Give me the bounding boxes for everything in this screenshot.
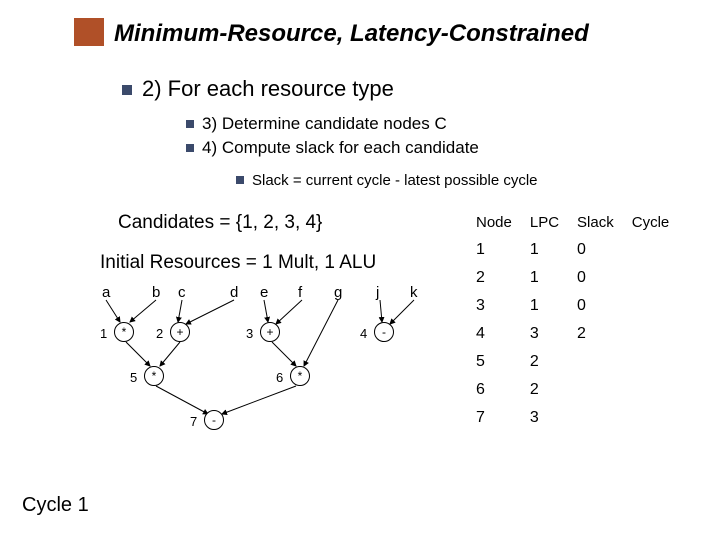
bullet1-text: 2) For each resource type xyxy=(142,76,394,101)
slide-title: Minimum-Resource, Latency-Constrained xyxy=(114,20,589,48)
th-slack: Slack xyxy=(571,210,624,235)
table-row: 310 xyxy=(470,293,679,319)
table-row: 110 xyxy=(470,237,679,263)
table-row: 210 xyxy=(470,265,679,291)
node-idx-5: 5 xyxy=(130,370,137,385)
table-row: 62 xyxy=(470,377,679,403)
bullet3-text: Slack = current cycle - latest possible … xyxy=(252,172,538,189)
node-idx-4: 4 xyxy=(360,326,367,341)
graph-label-a: a xyxy=(102,284,110,301)
graph-label-g: g xyxy=(334,284,342,301)
table-row: 432 xyxy=(470,321,679,347)
node-6: * xyxy=(290,366,310,386)
bullet2b-text: 4) Compute slack for each candidate xyxy=(202,138,479,157)
graph-label-k: k xyxy=(410,284,418,301)
node-idx-1: 1 xyxy=(100,326,107,341)
node-7: - xyxy=(204,410,224,430)
bullet-icon xyxy=(186,120,194,128)
node-4: - xyxy=(374,322,394,342)
node-1: * xyxy=(114,322,134,342)
slack-table: Node LPC Slack Cycle 110 210 310 432 52 … xyxy=(468,208,681,433)
bullet-level3: Slack = current cycle - latest possible … xyxy=(236,172,538,189)
bullet-icon xyxy=(186,144,194,152)
node-idx-2: 2 xyxy=(156,326,163,341)
node-5: * xyxy=(144,366,164,386)
bullet-level1: 2) For each resource type xyxy=(122,76,394,102)
node-idx-6: 6 xyxy=(276,370,283,385)
th-cycle: Cycle xyxy=(626,210,680,235)
graph-label-f: f xyxy=(298,284,302,301)
dfg-graph: a b c d e f g j k 1 * 2 + 3 + 4 - 5 * 6 … xyxy=(90,284,440,484)
graph-label-j: j xyxy=(376,284,379,301)
table-row: 52 xyxy=(470,349,679,375)
cycle-label: Cycle 1 xyxy=(22,494,89,517)
graph-label-c: c xyxy=(178,284,186,301)
th-lpc: LPC xyxy=(524,210,569,235)
th-node: Node xyxy=(470,210,522,235)
candidates-text: Candidates = {1, 2, 3, 4} xyxy=(118,212,322,234)
node-2: + xyxy=(170,322,190,342)
bullet-icon xyxy=(122,85,132,95)
initial-resources-text: Initial Resources = 1 Mult, 1 ALU xyxy=(100,252,376,274)
table-header-row: Node LPC Slack Cycle xyxy=(470,210,679,235)
table-row: 73 xyxy=(470,405,679,431)
graph-label-b: b xyxy=(152,284,160,301)
node-3: + xyxy=(260,322,280,342)
bullet2a-text: 3) Determine candidate nodes C xyxy=(202,114,447,133)
bullet-icon xyxy=(236,176,244,184)
graph-edges xyxy=(90,284,440,484)
graph-label-e: e xyxy=(260,284,268,301)
node-idx-3: 3 xyxy=(246,326,253,341)
graph-label-d: d xyxy=(230,284,238,301)
bullet-level2-b: 4) Compute slack for each candidate xyxy=(186,138,479,158)
node-idx-7: 7 xyxy=(190,414,197,429)
accent-bar xyxy=(74,18,104,46)
bullet-level2-a: 3) Determine candidate nodes C xyxy=(186,114,447,134)
